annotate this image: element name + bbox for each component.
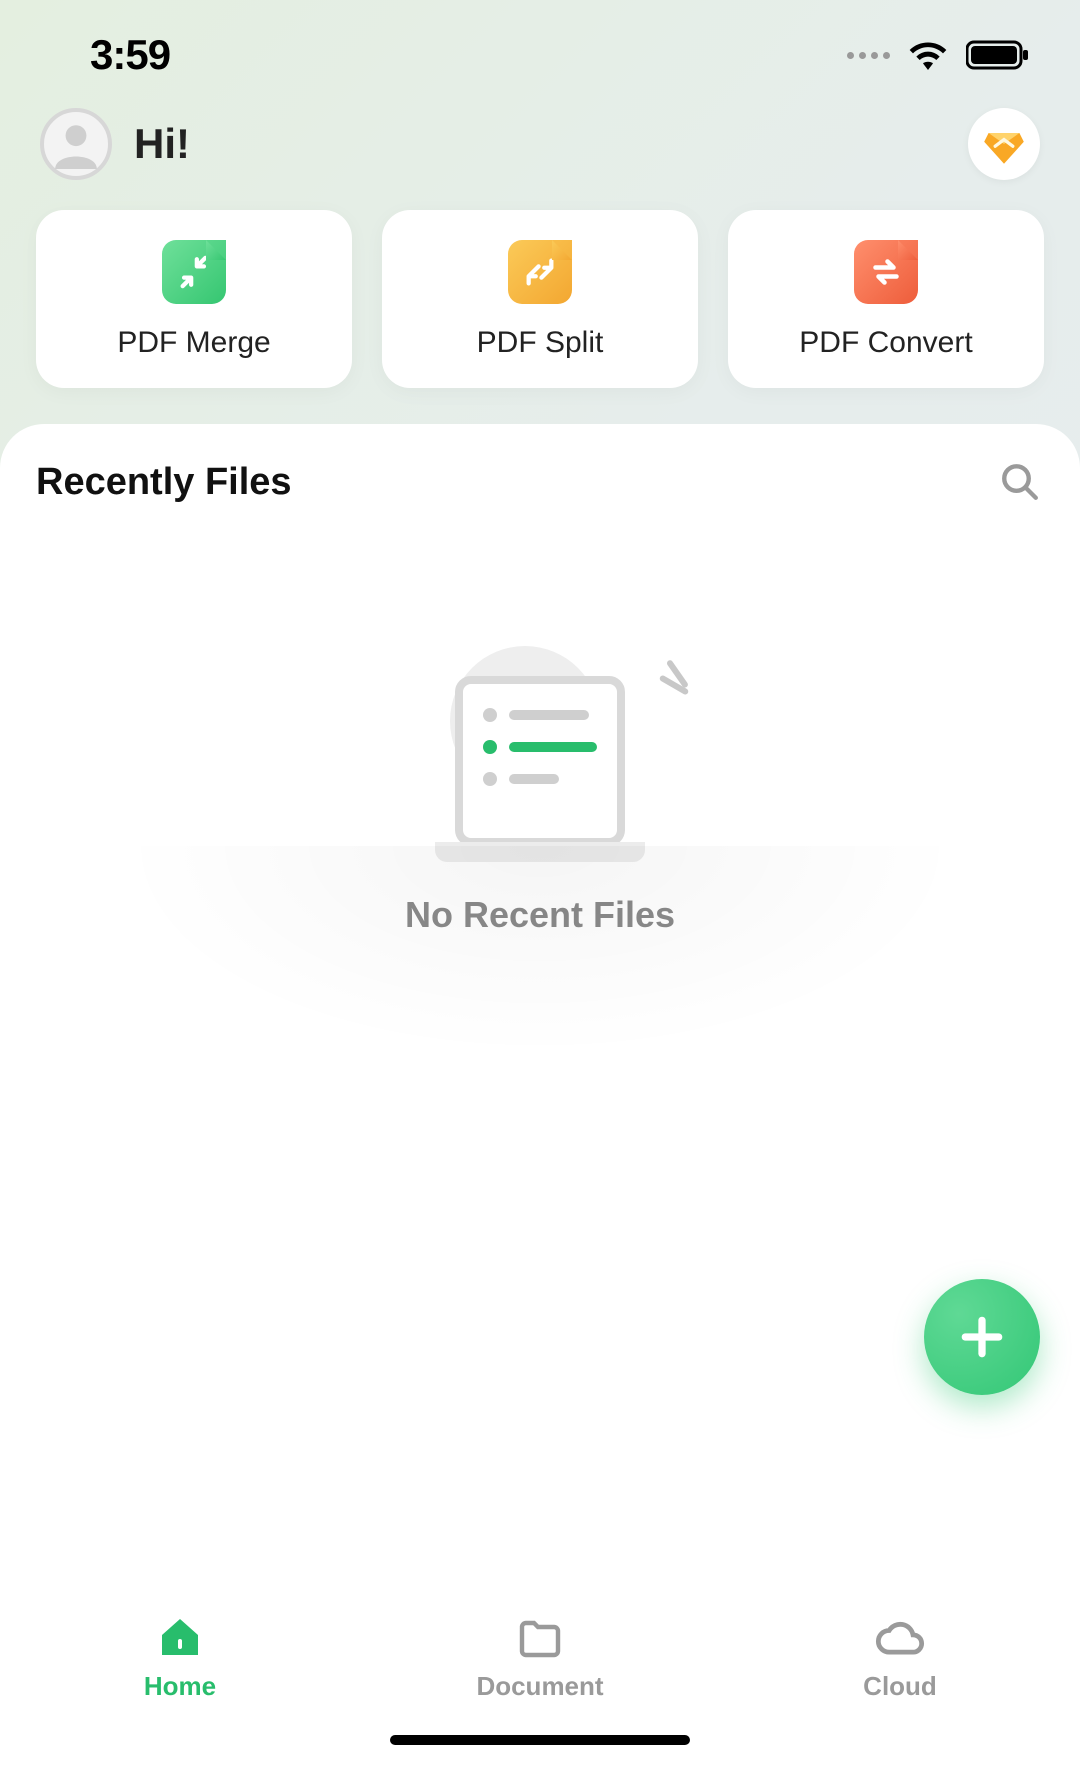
pdf-split-label: PDF Split <box>477 326 604 360</box>
recent-files-panel: Recently Files No Recent Files <box>0 424 1080 1595</box>
home-icon <box>156 1613 204 1661</box>
pdf-convert-label: PDF Convert <box>799 326 972 360</box>
header: Hi! <box>0 90 1080 200</box>
pdf-split-card[interactable]: PDF Split <box>382 210 698 388</box>
nav-document-label: Document <box>476 1671 603 1702</box>
pdf-convert-card[interactable]: PDF Convert <box>728 210 1044 388</box>
empty-state: No Recent Files <box>36 646 1044 936</box>
recent-files-title: Recently Files <box>36 461 292 504</box>
diamond-icon <box>982 122 1026 166</box>
status-bar: 3:59 <box>0 0 1080 90</box>
cloud-icon <box>874 1613 926 1661</box>
avatar[interactable] <box>40 108 112 180</box>
battery-icon <box>966 40 1030 70</box>
wifi-icon <box>908 40 948 70</box>
search-icon <box>999 461 1041 503</box>
pdf-merge-label: PDF Merge <box>117 326 270 360</box>
merge-icon <box>162 240 226 304</box>
status-time: 3:59 <box>90 31 170 79</box>
empty-state-text: No Recent Files <box>405 894 675 936</box>
plus-icon <box>957 1312 1007 1362</box>
nav-home-label: Home <box>144 1671 216 1702</box>
action-row: PDF Merge PDF Split PDF Convert <box>0 200 1080 418</box>
greeting-text: Hi! <box>134 120 190 168</box>
document-icon <box>516 1613 564 1661</box>
nav-cloud-label: Cloud <box>863 1671 937 1702</box>
pdf-merge-card[interactable]: PDF Merge <box>36 210 352 388</box>
nav-home[interactable]: Home <box>0 1595 360 1765</box>
search-button[interactable] <box>996 458 1044 506</box>
status-indicators <box>847 40 1030 70</box>
add-button[interactable] <box>924 1279 1040 1395</box>
cellular-dots-icon <box>847 52 890 59</box>
empty-doc-icon <box>455 676 625 846</box>
person-icon <box>51 119 101 169</box>
home-indicator[interactable] <box>390 1735 690 1745</box>
nav-cloud[interactable]: Cloud <box>720 1595 1080 1765</box>
premium-button[interactable] <box>968 108 1040 180</box>
split-icon <box>508 240 572 304</box>
spark-icon <box>658 666 690 698</box>
convert-icon <box>854 240 918 304</box>
